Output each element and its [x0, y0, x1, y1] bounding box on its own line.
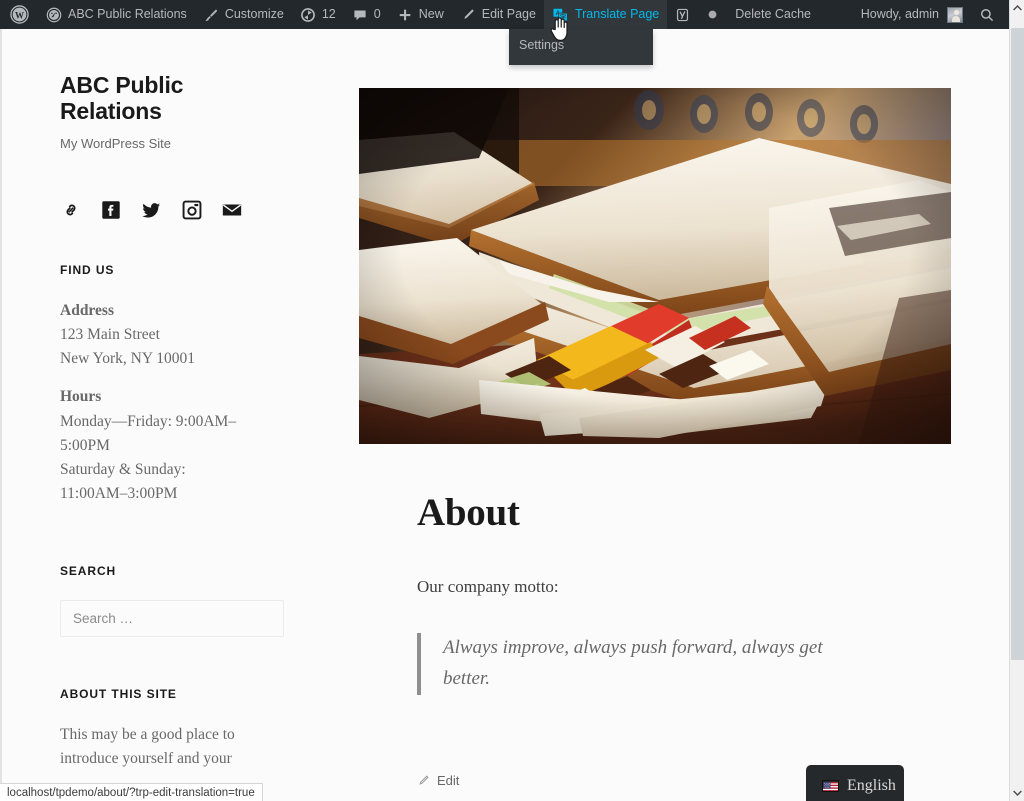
- chevron-up-icon: [1013, 5, 1022, 11]
- admin-bar-item-cache-status[interactable]: [698, 0, 727, 29]
- wordpress-logo-button[interactable]: W: [0, 0, 38, 29]
- widget-title-find-us: FIND US: [60, 263, 115, 278]
- social-links-menu: [60, 199, 300, 221]
- admin-bar-delete-cache-label: Delete Cache: [735, 7, 812, 22]
- admin-bar-item-edit-page[interactable]: Edit Page: [452, 0, 544, 29]
- widget-title-search: SEARCH: [60, 563, 117, 578]
- admin-bar-item-yoast-seo[interactable]: [667, 0, 698, 29]
- avatar: [947, 6, 963, 23]
- dashboard-icon: [46, 7, 62, 23]
- find-us-hours-block: Hours Monday—Friday: 9:00AM–5:00PM Satur…: [60, 385, 300, 505]
- find-us-address-block: Address 123 Main Street New York, NY 100…: [60, 299, 300, 371]
- translate-icon: A 字: [552, 7, 569, 23]
- language-switcher-label: English: [847, 777, 896, 794]
- scrollbar-down-button[interactable]: [1010, 785, 1024, 801]
- translate-page-dropdown: Settings: [509, 29, 653, 65]
- facebook-icon: [100, 201, 122, 225]
- site-title[interactable]: ABC Public Relations: [60, 72, 220, 124]
- language-switcher[interactable]: English: [806, 765, 904, 801]
- admin-bar-site-name-label: ABC Public Relations: [68, 7, 187, 22]
- address-line-2: New York, NY 10001: [60, 350, 196, 368]
- flag-us-icon: [822, 780, 839, 792]
- site-description: My WordPress Site: [60, 136, 172, 152]
- admin-bar-item-updates[interactable]: 12: [292, 0, 344, 29]
- admin-bar-comments-count: 0: [373, 7, 381, 22]
- admin-bar-item-delete-cache[interactable]: Delete Cache: [727, 0, 819, 29]
- instagram-icon: [181, 201, 203, 225]
- address-label: Address: [60, 302, 114, 320]
- pencil-icon: [417, 774, 430, 787]
- entry-paragraph: Our company motto:: [417, 577, 559, 596]
- admin-bar-item-translate-page[interactable]: A 字 Translate Page: [543, 0, 668, 29]
- wordpress-logo-icon: W: [10, 5, 29, 24]
- site-sidebar: ABC Public Relations My WordPress Site F…: [60, 72, 300, 771]
- comment-icon: [352, 7, 368, 23]
- pencil-icon: [460, 7, 476, 23]
- entry-blockquote: Always improve, always push forward, alw…: [417, 633, 867, 695]
- twitter-icon: [140, 203, 163, 225]
- browser-status-bar: localhost/tpdemo/about/?trp-edit-transla…: [0, 783, 263, 801]
- featured-image: [359, 88, 951, 444]
- admin-bar-item-comments[interactable]: 0: [344, 0, 389, 29]
- hours-line-1: Monday—Friday: 9:00AM–5:00PM: [60, 412, 237, 454]
- yoast-icon: [675, 7, 690, 23]
- link-icon: [60, 205, 82, 225]
- main-content: About Our company motto: Always improve,…: [359, 88, 959, 788]
- admin-bar-edit-page-label: Edit Page: [481, 7, 536, 22]
- admin-bar-new-label: New: [418, 7, 444, 22]
- social-link-link-icon[interactable]: [60, 199, 82, 221]
- hours-line-2: Saturday & Sunday: 11:00AM–3:00PM: [60, 460, 186, 502]
- social-link-email[interactable]: [221, 200, 243, 220]
- edit-post-label: Edit: [437, 772, 460, 788]
- svg-text:W: W: [15, 10, 24, 20]
- admin-bar-item-new[interactable]: New: [389, 0, 452, 29]
- chevron-down-icon: [1013, 790, 1022, 796]
- page-scrollbar[interactable]: [1009, 0, 1024, 801]
- admin-bar-item-site-name[interactable]: ABC Public Relations: [38, 0, 195, 29]
- updates-icon: [300, 7, 316, 23]
- about-this-site-text: This may be a good place to introduce yo…: [60, 725, 235, 767]
- search-icon: [979, 7, 995, 23]
- hours-label: Hours: [60, 388, 102, 406]
- paintbrush-icon: [203, 7, 219, 23]
- email-icon: [221, 204, 243, 224]
- wp-admin-bar: W ABC Public Relations Customize 12 0 Ne…: [0, 0, 1009, 29]
- translate-dropdown-item-settings[interactable]: Settings: [509, 29, 653, 52]
- search-input[interactable]: [60, 599, 284, 637]
- entry-blockquote-text: Always improve, always push forward, alw…: [443, 637, 823, 689]
- scrollbar-thumb[interactable]: [1011, 28, 1024, 660]
- social-link-instagram[interactable]: [181, 199, 203, 221]
- admin-bar-item-search[interactable]: [971, 0, 1009, 29]
- widget-about-this-site: ABOUT THIS SITE This may be a good place…: [60, 687, 300, 771]
- admin-bar-item-customize[interactable]: Customize: [195, 0, 292, 29]
- site-page-body: ABC Public Relations My WordPress Site F…: [0, 29, 1009, 801]
- social-link-twitter[interactable]: [140, 199, 163, 221]
- status-bar-url: localhost/tpdemo/about/?trp-edit-transla…: [7, 786, 255, 799]
- address-line-1: 123 Main Street: [60, 326, 160, 344]
- social-link-facebook[interactable]: [100, 199, 122, 221]
- widget-find-us: FIND US Address 123 Main Street New York…: [60, 263, 300, 505]
- admin-bar-updates-count: 12: [321, 7, 336, 22]
- widget-title-about-this-site: ABOUT THIS SITE: [60, 686, 177, 701]
- widget-search: SEARCH: [60, 564, 300, 637]
- circle-icon: [706, 8, 719, 21]
- plus-icon: [397, 7, 413, 23]
- browser-viewport: W ABC Public Relations Customize 12 0 Ne…: [0, 0, 1024, 801]
- scrollbar-up-button[interactable]: [1010, 0, 1024, 16]
- admin-bar-greeting: Howdy, admin: [860, 7, 939, 22]
- admin-bar-translate-page-label: Translate Page: [574, 7, 660, 22]
- admin-bar-customize-label: Customize: [224, 7, 284, 22]
- page-title: About: [417, 491, 520, 534]
- admin-bar-item-my-account[interactable]: Howdy, admin: [853, 0, 971, 29]
- featured-image-artwork: [359, 88, 951, 444]
